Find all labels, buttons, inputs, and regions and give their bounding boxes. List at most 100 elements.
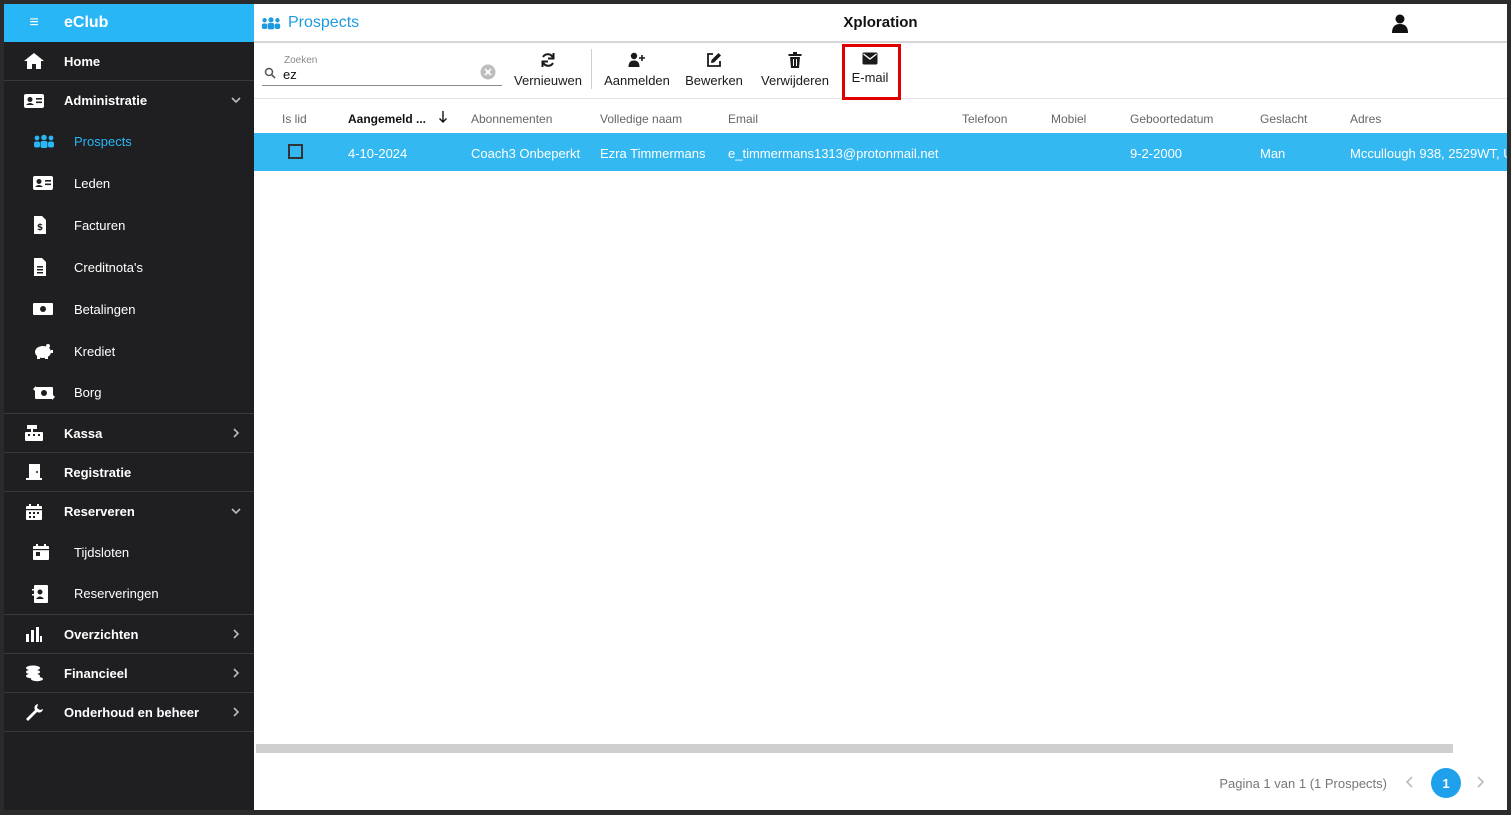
refresh-icon — [541, 53, 555, 67]
cell-adres: Mccullough 938, 2529WT, U — [1350, 146, 1507, 161]
edit-icon — [707, 53, 721, 67]
sidebar-item-borg[interactable]: Borg — [4, 372, 254, 414]
sidebar-item-label: Reserveren — [64, 504, 135, 519]
id-card-icon — [4, 175, 74, 191]
delete-label: Verwijderen — [761, 73, 829, 88]
sidebar-header: ≡ eClub — [4, 4, 254, 42]
column-header-is-lid[interactable]: Is lid — [282, 112, 307, 126]
sidebar-item-creditnotas[interactable]: Creditnota's — [4, 246, 254, 288]
sidebar-item-krediet[interactable]: Krediet — [4, 330, 254, 372]
column-header-abonnementen[interactable]: Abonnementen — [471, 112, 552, 126]
sidebar-item-label: Tijdsloten — [74, 544, 130, 560]
sidebar-item-reserveringen[interactable]: Reserveringen — [4, 573, 254, 615]
sidebar-item-betalingen[interactable]: Betalingen — [4, 288, 254, 330]
cell-email: e_timmermans1313@protonmail.net — [728, 146, 939, 161]
document-icon — [4, 257, 74, 277]
sidebar-item-financieel[interactable]: Financieel — [4, 654, 254, 693]
column-header-telefoon[interactable]: Telefoon — [962, 112, 1007, 126]
column-header-aangemeld[interactable]: Aangemeld ... — [348, 112, 426, 126]
pagination-info: Pagina 1 van 1 (1 Prospects) — [1219, 776, 1387, 791]
sidebar-item-label: Prospects — [74, 133, 132, 149]
column-header-geboortedatum[interactable]: Geboortedatum — [1130, 112, 1213, 126]
column-header-email[interactable]: Email — [728, 112, 758, 126]
refresh-button[interactable]: Vernieuwen — [509, 49, 587, 93]
bar-chart-icon — [4, 626, 64, 642]
page-title-label: Prospects — [288, 14, 360, 31]
chevron-right-icon — [230, 627, 242, 645]
sidebar-item-onderhoud[interactable]: Onderhoud en beheer — [4, 693, 254, 732]
horizontal-scrollbar[interactable] — [256, 744, 1453, 753]
edit-label: Bewerken — [685, 73, 743, 88]
register-button[interactable]: Aanmelden — [600, 49, 674, 93]
app-window: ≡ eClub Home Administratie Prospects Led… — [4, 4, 1507, 810]
sidebar-item-label: Betalingen — [74, 301, 136, 317]
sidebar-item-facturen[interactable]: $ Facturen — [4, 204, 254, 246]
column-header-geslacht[interactable]: Geslacht — [1260, 112, 1307, 126]
sidebar-item-label: Overzichten — [64, 626, 139, 642]
toolbar-divider — [591, 49, 592, 89]
chevron-right-icon — [230, 666, 242, 684]
sidebar-item-kassa[interactable]: Kassa — [4, 414, 254, 453]
org-title: Xploration — [843, 14, 918, 31]
sidebar-item-leden[interactable]: Leden — [4, 162, 254, 204]
column-header-adres[interactable]: Adres — [1350, 112, 1381, 126]
chevron-right-icon — [230, 705, 242, 723]
sidebar-item-label: Financieel — [64, 665, 128, 681]
page-number-button[interactable]: 1 — [1431, 768, 1461, 798]
users-icon — [4, 134, 74, 148]
sidebar-item-label: Kassa — [64, 425, 103, 441]
sidebar-item-administratie[interactable]: Administratie — [4, 81, 254, 120]
search-input[interactable] — [283, 67, 473, 82]
user-plus-icon — [628, 52, 645, 67]
sidebar-item-label: Home — [64, 53, 101, 69]
hamburger-menu-icon[interactable]: ≡ — [4, 14, 64, 32]
brand-name: eClub — [64, 14, 109, 31]
cell-naam: Ezra Timmermans — [600, 146, 706, 161]
clear-search-icon[interactable] — [480, 64, 496, 85]
users-icon — [261, 17, 281, 30]
next-page-icon[interactable] — [1475, 775, 1485, 791]
search-icon — [264, 66, 276, 84]
table-header: Is lid Aangemeld ... Abonnementen Volled… — [254, 100, 1507, 135]
sidebar-item-label: Krediet — [74, 343, 116, 359]
home-icon — [4, 52, 64, 70]
top-bar: Prospects Xploration — [254, 4, 1507, 43]
cell-abonnementen: Coach3 Onbeperkt — [471, 146, 581, 161]
money-exchange-icon — [4, 384, 74, 402]
is-lid-checkbox[interactable] — [288, 144, 303, 159]
delete-button[interactable]: Verwijderen — [755, 49, 835, 93]
sidebar-item-tijdsloten[interactable]: Tijdsloten — [4, 531, 254, 573]
prev-page-icon[interactable] — [1405, 775, 1415, 791]
pagination: Pagina 1 van 1 (1 Prospects) 1 — [1107, 766, 1507, 800]
sidebar-item-prospects[interactable]: Prospects — [4, 120, 254, 162]
column-header-mobiel[interactable]: Mobiel — [1051, 112, 1086, 126]
sidebar-item-label: Leden — [74, 175, 111, 191]
email-button[interactable]: E-mail — [846, 49, 894, 93]
sidebar-item-overzichten[interactable]: Overzichten — [4, 615, 254, 654]
sidebar-item-registratie[interactable]: Registratie — [4, 453, 254, 492]
sidebar-item-label: Creditnota's — [74, 259, 143, 275]
sort-descending-icon[interactable] — [438, 110, 448, 127]
cash-register-icon — [4, 424, 64, 442]
cell-geslacht: Man — [1260, 146, 1286, 161]
register-label: Aanmelden — [604, 73, 670, 88]
wrench-icon — [4, 702, 64, 722]
sidebar-item-home[interactable]: Home — [4, 42, 254, 81]
cell-aangemeld: 4-10-2024 — [348, 146, 408, 161]
column-header-volledige-naam[interactable]: Volledige naam — [600, 112, 682, 126]
email-label: E-mail — [851, 70, 889, 85]
chevron-right-icon — [230, 426, 242, 444]
table-row[interactable]: 4-10-2024 Coach3 Onbeperkt Ezra Timmerma… — [254, 133, 1507, 171]
money-bill-icon — [4, 302, 74, 316]
sidebar-item-label: Registratie — [64, 464, 132, 480]
user-account-icon[interactable] — [1391, 14, 1409, 38]
toolbar: Zoeken Vernieuwen Aanmelden Bewerken — [254, 43, 1507, 99]
sidebar-item-reserveren[interactable]: Reserveren — [4, 492, 254, 531]
search-label: Zoeken — [284, 55, 318, 66]
search-field[interactable]: Zoeken — [262, 52, 502, 86]
edit-button[interactable]: Bewerken — [682, 49, 746, 93]
sidebar: ≡ eClub Home Administratie Prospects Led… — [4, 4, 254, 810]
cell-geboortedatum: 9-2-2000 — [1130, 146, 1183, 161]
address-card-icon — [4, 584, 74, 604]
envelope-icon — [862, 52, 878, 65]
